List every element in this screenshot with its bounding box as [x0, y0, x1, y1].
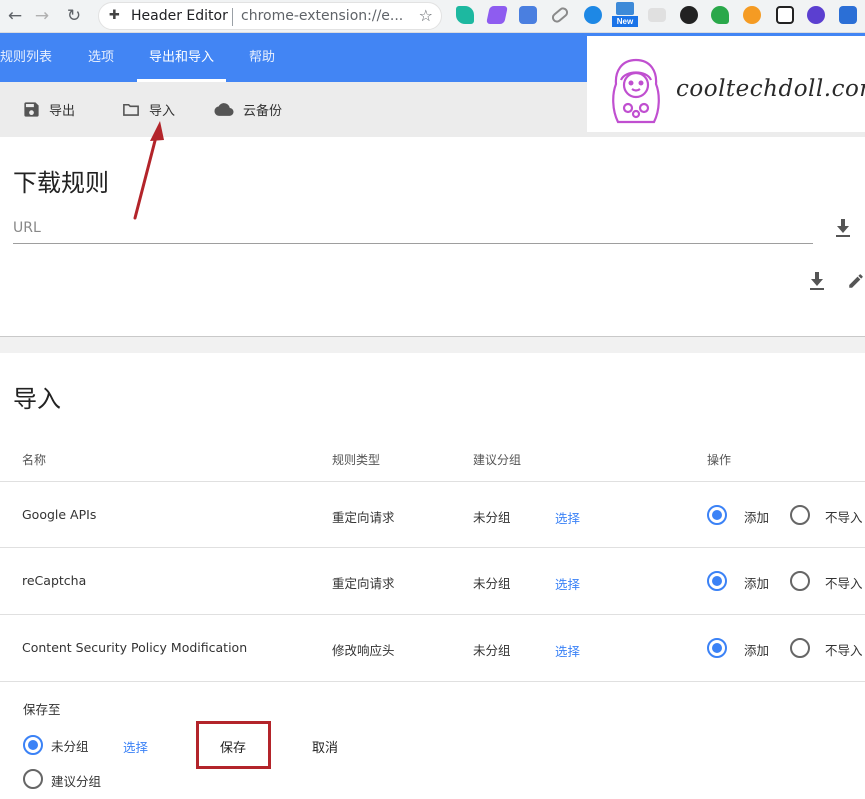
address-url: chrome-extension://e... — [241, 8, 404, 24]
row-divider — [0, 681, 865, 682]
export-label: 导出 — [49, 104, 76, 119]
browser-toolbar: ← → ↻ ✚ Header Editor chrome-extension:/… — [0, 0, 865, 33]
rule-name: Google APIs — [22, 507, 97, 522]
download-icon[interactable] — [832, 217, 854, 239]
skip-radio-label: 不导入 — [825, 510, 863, 525]
download-file-icon[interactable] — [806, 270, 828, 292]
address-separator — [232, 8, 233, 26]
tab-help[interactable]: 帮助 — [249, 33, 275, 82]
hummingbird-extension-icon[interactable] — [456, 6, 474, 24]
edit-extension-icon[interactable] — [839, 6, 857, 24]
ungrouped-radio[interactable] — [23, 735, 43, 755]
folder-icon — [123, 103, 139, 116]
save-button[interactable]: 保存 — [220, 737, 246, 756]
rule-group: 未分组 — [473, 576, 511, 591]
rule-type: 重定向请求 — [332, 510, 395, 525]
back-arrow-icon[interactable]: ← — [4, 5, 26, 27]
watermark-logo: cooltechdoll.com — [587, 36, 865, 132]
add-radio[interactable] — [707, 571, 727, 591]
add-radio-label: 添加 — [744, 576, 770, 591]
pencil-edit-icon[interactable] — [845, 270, 865, 292]
rule-group: 未分组 — [473, 510, 511, 525]
rule-name: reCaptcha — [22, 573, 87, 588]
rule-type: 修改响应头 — [332, 643, 395, 658]
add-radio-label: 添加 — [744, 643, 770, 658]
doll-logo-icon — [612, 58, 660, 124]
add-radio[interactable] — [707, 505, 727, 525]
tab-options[interactable]: 选项 — [88, 33, 114, 82]
import-card: 导入 名称 规则类型 建议分组 操作 Google APIs 重定向请求 未分组… — [0, 353, 865, 799]
skip-radio[interactable] — [790, 638, 810, 658]
menu-extension-icon[interactable] — [648, 8, 666, 22]
download-rules-card: 下载规则 URL — [0, 137, 865, 337]
export-button[interactable]: 导出 — [22, 82, 75, 137]
new-extension-icon[interactable]: New — [612, 1, 638, 27]
header-action: 操作 — [707, 453, 732, 467]
header-name: 名称 — [22, 453, 47, 467]
skip-radio[interactable] — [790, 571, 810, 591]
row-divider — [0, 614, 865, 615]
translate-extension-icon[interactable] — [519, 6, 537, 24]
rule-type: 重定向请求 — [332, 576, 395, 591]
add-radio[interactable] — [707, 638, 727, 658]
suggested-group-radio[interactable] — [23, 769, 43, 789]
select-group-link[interactable]: 选择 — [555, 574, 580, 593]
address-bar[interactable]: ✚ Header Editor chrome-extension://e... … — [98, 2, 442, 30]
tab-export-import[interactable]: 导出和导入 — [149, 33, 214, 82]
cloud-backup-button[interactable]: 云备份 — [213, 82, 282, 137]
evernote-extension-icon[interactable] — [711, 6, 729, 24]
reload-icon[interactable]: ↻ — [63, 5, 85, 27]
notion-extension-icon[interactable] — [776, 6, 794, 24]
import-title: 导入 — [13, 385, 61, 413]
forward-arrow-icon[interactable]: → — [31, 5, 53, 27]
import-label: 导入 — [149, 104, 176, 119]
add-radio-label: 添加 — [744, 510, 770, 525]
fruit-extension-icon[interactable] — [743, 6, 761, 24]
bookmark-star-icon[interactable]: ☆ — [419, 6, 433, 25]
tab-rule-list[interactable]: 规则列表 — [0, 33, 52, 82]
row-divider — [0, 481, 865, 482]
url-input[interactable]: URL — [13, 216, 813, 244]
download-rules-title: 下载规则 — [13, 169, 109, 197]
row-divider — [0, 547, 865, 548]
header-rule-type: 规则类型 — [332, 453, 381, 467]
k-extension-icon[interactable] — [680, 6, 698, 24]
save-to-label: 保存至 — [23, 702, 61, 717]
cloud-backup-label: 云备份 — [243, 104, 283, 119]
select-target-group-link[interactable]: 选择 — [123, 737, 148, 756]
extension-puzzle-icon: ✚ — [109, 8, 120, 23]
download-extension-icon[interactable] — [807, 6, 825, 24]
rule-group: 未分组 — [473, 643, 511, 658]
cloud-icon — [214, 103, 234, 116]
skip-radio[interactable] — [790, 505, 810, 525]
rule-name: Content Security Policy Modification — [22, 640, 248, 655]
skip-radio-label: 不导入 — [825, 576, 863, 591]
skip-radio-label: 不导入 — [825, 643, 863, 658]
select-group-link[interactable]: 选择 — [555, 641, 580, 660]
suggested-group-radio-label: 建议分组 — [51, 774, 102, 789]
cancel-button[interactable]: 取消 — [312, 737, 338, 756]
search-extension-icon[interactable] — [584, 6, 602, 24]
watermark-text: cooltechdoll.com — [676, 76, 865, 102]
import-button[interactable]: 导入 — [121, 82, 175, 137]
paint-extension-icon[interactable] — [486, 6, 508, 24]
link-extension-icon[interactable] — [549, 5, 571, 25]
ungrouped-radio-label: 未分组 — [51, 739, 89, 754]
header-suggested-group: 建议分组 — [473, 453, 522, 467]
save-icon — [24, 102, 39, 117]
address-page-title: Header Editor — [131, 8, 228, 24]
select-group-link[interactable]: 选择 — [555, 508, 580, 527]
